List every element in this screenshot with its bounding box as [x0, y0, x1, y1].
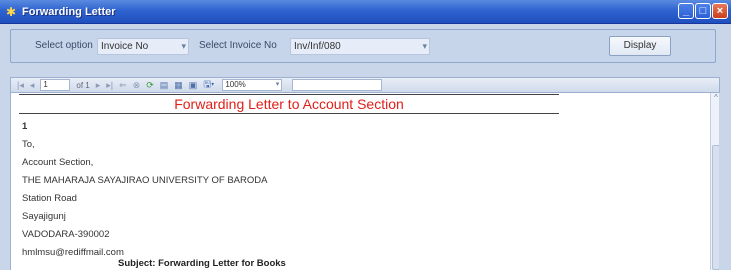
export-icon[interactable]: 🖫▾: [203, 77, 214, 93]
report-title: Forwarding Letter to Account Section: [174, 96, 404, 112]
app-icon: ✱: [5, 4, 17, 19]
options-panel: Select option Invoice No ▾ Select Invoic…: [10, 29, 716, 63]
page-number-input[interactable]: 1: [40, 79, 71, 91]
maximize-button[interactable]: □: [695, 3, 711, 19]
next-page-icon[interactable]: ▸: [96, 80, 101, 91]
subject-line: Subject: Forwarding Letter for Books: [118, 258, 286, 269]
address-line: Station Road: [22, 193, 77, 204]
address-line: Account Section,: [22, 157, 94, 168]
chevron-down-icon: ▾: [275, 81, 280, 88]
print-icon[interactable]: ▤: [160, 80, 169, 91]
select-option-dropdown[interactable]: Invoice No ▾: [97, 38, 189, 55]
zoom-value: 100%: [225, 80, 246, 89]
minimize-button[interactable]: _: [678, 3, 694, 19]
chevron-down-icon: ▾: [181, 41, 186, 51]
scroll-up-icon[interactable]: ^: [711, 93, 719, 103]
invoice-serial: 1: [22, 121, 28, 132]
select-invoice-label: Select Invoice No: [199, 40, 277, 51]
email-line: hmlmsu@rediffmail.com: [22, 247, 124, 258]
page-setup-icon[interactable]: ▣: [189, 80, 198, 91]
first-page-icon[interactable]: |◂: [17, 80, 24, 91]
address-line: THE MAHARAJA SAYAJIRAO UNIVERSITY OF BAR…: [22, 175, 268, 186]
close-button[interactable]: ×: [712, 3, 728, 19]
refresh-icon[interactable]: ⟳: [146, 80, 154, 91]
window-title: Forwarding Letter: [22, 5, 116, 18]
find-input[interactable]: [292, 79, 383, 91]
report-viewer: Forwarding Letter to Account Section 1 T…: [10, 93, 719, 270]
address-line: Sayajigunj: [22, 211, 66, 222]
address-to: To,: [22, 139, 35, 150]
last-page-icon[interactable]: ▸|: [106, 80, 113, 91]
title-top-rule: [19, 94, 559, 95]
zoom-select[interactable]: 100% ▾: [222, 79, 283, 91]
select-invoice-value: Inv/Inf/080: [294, 41, 341, 52]
report-toolbar: |◂ ◂ 1 of 1 ▸ ▸| ⇐ ⊗ ⟳ ▤ ▦ ▣ 🖫▾ 100% ▾: [10, 77, 720, 93]
back-icon[interactable]: ⇐: [119, 80, 127, 91]
select-option-value: Invoice No: [101, 41, 149, 52]
select-option-label: Select option: [35, 40, 93, 51]
page-count-label: of 1: [76, 80, 90, 90]
print-layout-icon[interactable]: ▦: [174, 80, 183, 91]
display-button[interactable]: Display: [609, 36, 671, 56]
address-line: VADODARA-390002: [22, 229, 110, 240]
scroll-thumb[interactable]: [712, 145, 719, 270]
title-bottom-rule: [19, 113, 559, 114]
vertical-scrollbar[interactable]: ^: [710, 93, 719, 270]
chevron-down-icon: ▾: [422, 41, 427, 51]
previous-page-icon[interactable]: ◂: [30, 80, 35, 91]
stop-icon[interactable]: ⊗: [133, 80, 141, 91]
title-bar: ✱ Forwarding Letter _ □ ×: [0, 0, 731, 24]
select-invoice-dropdown[interactable]: Inv/Inf/080 ▾: [290, 38, 430, 55]
